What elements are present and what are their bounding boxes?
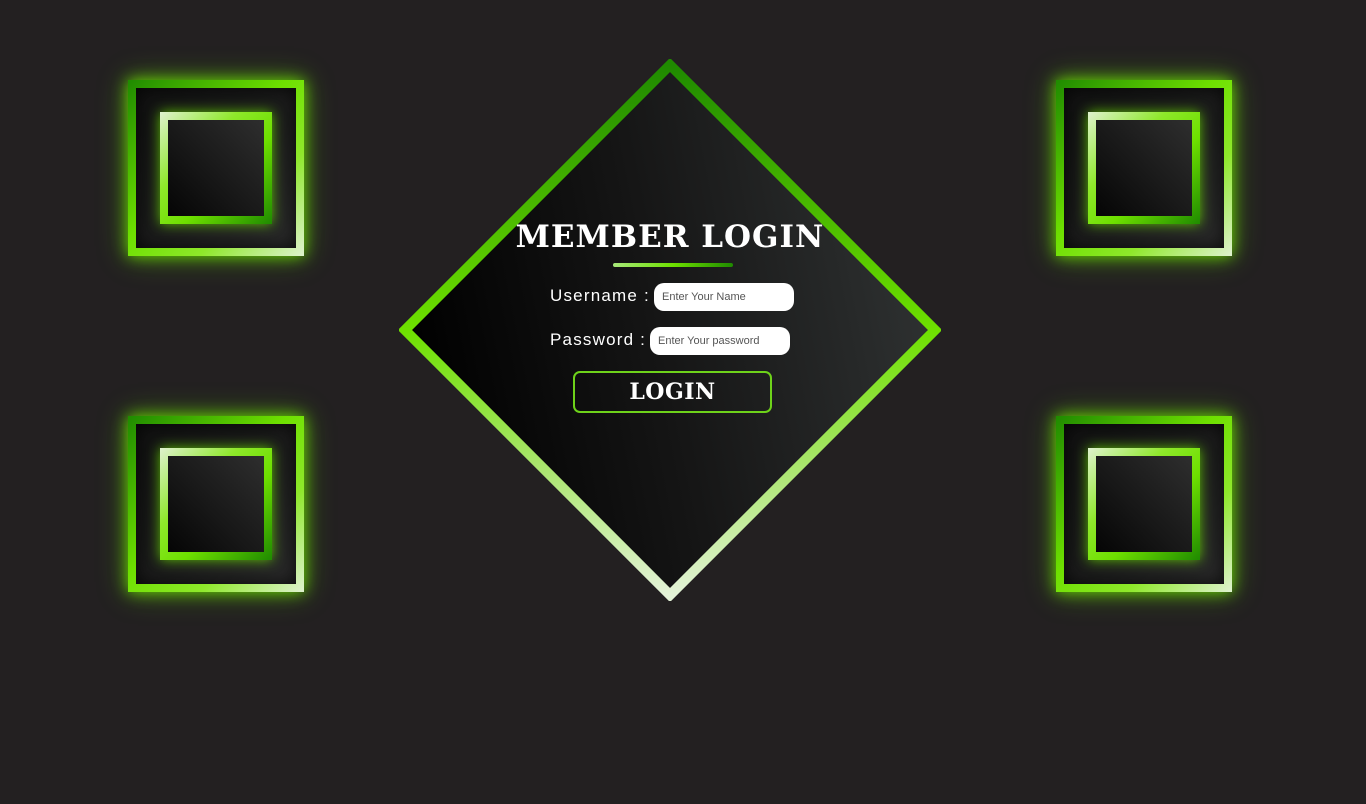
neon-square-bottom-left — [128, 416, 304, 592]
neon-square-inner-frame — [160, 448, 272, 560]
neon-square-bottom-right — [1056, 416, 1232, 592]
neon-square-top-right — [1056, 80, 1232, 256]
login-button[interactable]: LOGIN — [573, 371, 772, 413]
password-label: Password : — [550, 330, 647, 349]
neon-square-inner-frame — [160, 112, 272, 224]
password-input[interactable] — [650, 327, 790, 355]
login-form: MEMBER LOGIN Username : Password : LOGIN — [399, 59, 941, 601]
neon-square-top-left — [128, 80, 304, 256]
username-input[interactable] — [654, 283, 794, 311]
title-underline — [613, 263, 733, 267]
neon-square-inner-frame — [1088, 112, 1200, 224]
login-page: MEMBER LOGIN Username : Password : LOGIN — [0, 0, 1366, 804]
neon-square-inner-frame — [1088, 448, 1200, 560]
page-title: MEMBER LOGIN — [515, 219, 825, 255]
username-label: Username : — [550, 286, 650, 305]
